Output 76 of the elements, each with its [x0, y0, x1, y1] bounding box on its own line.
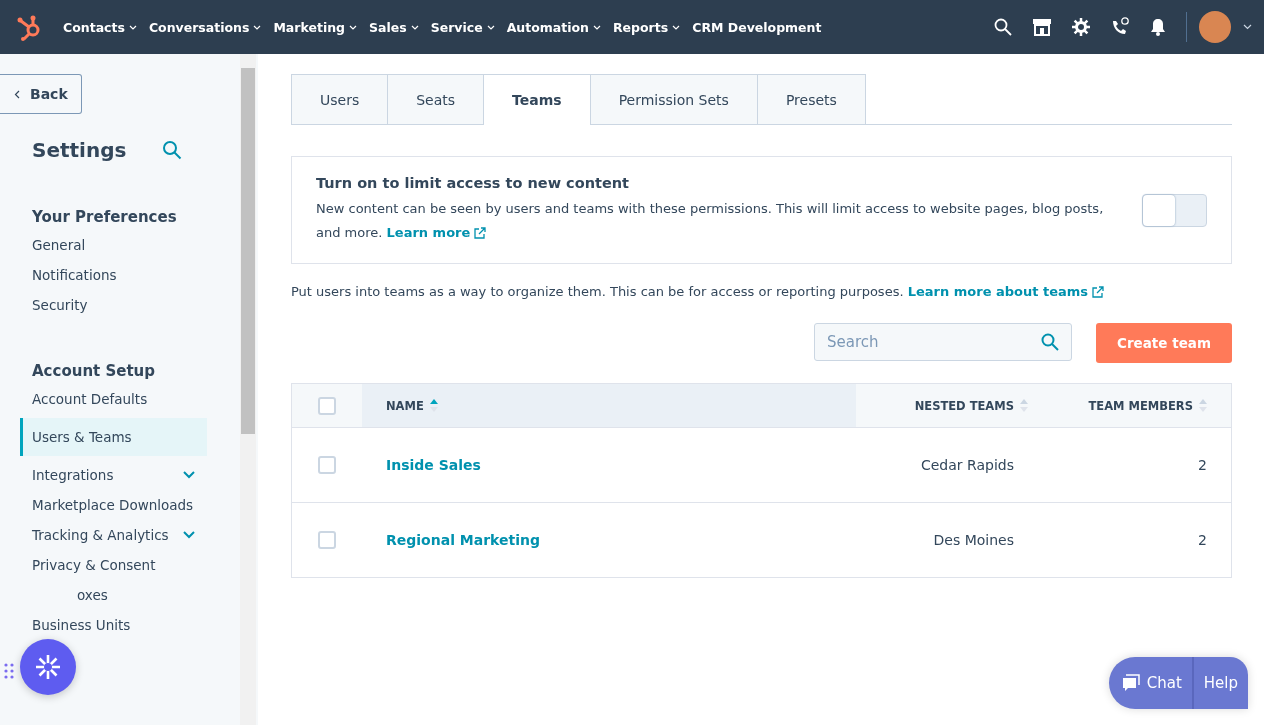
search-input[interactable]: Search	[825, 332, 1041, 352]
nav-menu[interactable]: Marketing	[273, 19, 358, 35]
chevron-down-icon	[349, 24, 358, 30]
sidebar-item[interactable]: Marketplace Downloads	[20, 494, 207, 516]
chevron-down-icon	[253, 24, 262, 30]
column-header[interactable]: TEAM MEMBERS	[1028, 384, 1231, 427]
search-field[interactable]: Search	[814, 323, 1072, 361]
column-header[interactable]: NAME	[362, 384, 856, 427]
tab[interactable]: Users	[291, 74, 389, 124]
tab[interactable]: Seats	[387, 74, 485, 124]
sidebar-item[interactable]: Account Defaults	[20, 388, 207, 410]
phone-icon[interactable]	[1110, 17, 1130, 37]
user-avatar[interactable]	[1199, 11, 1231, 43]
row-checkbox[interactable]	[318, 531, 336, 549]
table-cell: Cedar Rapids	[920, 457, 1014, 473]
nav-menu[interactable]: Reports	[613, 19, 681, 35]
team-name-link[interactable]: Regional Marketing	[386, 532, 540, 548]
tab[interactable]: Teams	[483, 74, 591, 125]
sidebar-item[interactable]: Integrations	[20, 464, 207, 486]
intro-text: Put users into teams as a way to organize them. This can be for access or reporting purposes. Learn more about teams	[291, 284, 1232, 299]
sidebar-item[interactable]: oxes	[77, 584, 207, 606]
assistant-button[interactable]	[20, 639, 76, 695]
table-cell: Des Moines	[933, 532, 1014, 548]
back-button[interactable]: Back	[0, 74, 82, 114]
external-link-icon	[474, 227, 487, 239]
nav-menu[interactable]: Conversations	[148, 19, 262, 35]
chevron-down-icon[interactable]	[1243, 24, 1252, 30]
settings-title: Settings	[32, 138, 127, 162]
storefront-icon[interactable]	[1032, 18, 1052, 36]
row-checkbox[interactable]	[318, 456, 336, 474]
nav-menu[interactable]: Sales	[369, 19, 419, 35]
sort-arrows-icon	[1199, 398, 1207, 413]
sidebar-item[interactable]: Privacy & Consent	[20, 554, 207, 576]
search-icon	[1041, 333, 1059, 351]
sort-arrows-icon	[1020, 398, 1028, 413]
card-description: New content can be seen by users and teams with these permissions. This will limit access to website pages, blog posts, and more. Learn more	[316, 197, 1112, 245]
sidebar-item[interactable]: Notifications	[20, 264, 207, 286]
nav-menu[interactable]: Service	[430, 19, 495, 35]
learn-more-about-teams-link[interactable]: Learn more about teams	[907, 284, 1105, 299]
section-heading: Account Setup	[32, 362, 156, 380]
section-heading: Your Preferences	[32, 208, 178, 226]
tab[interactable]: Permission Sets	[589, 74, 758, 124]
chat-button[interactable]: Chat	[1108, 657, 1194, 709]
nav-menu[interactable]: CRM Development	[692, 19, 822, 35]
select-all-checkbox[interactable]	[318, 396, 336, 415]
drag-handle-icon[interactable]	[4, 663, 14, 679]
external-link-icon	[1092, 285, 1105, 298]
scrollbar[interactable]	[240, 54, 256, 725]
chevron-down-icon	[486, 24, 495, 30]
settings-icon[interactable]	[1072, 18, 1090, 36]
tab[interactable]: Presets	[756, 74, 866, 124]
sidebar-item[interactable]: Business Units	[20, 614, 207, 636]
nav-menu[interactable]: Contacts	[63, 19, 137, 35]
table-cell: 2	[1198, 532, 1207, 548]
help-button[interactable]: Help	[1193, 657, 1248, 709]
column-header[interactable]: NESTED TEAMS	[856, 384, 1028, 427]
card-title: Turn on to limit access to new content	[316, 175, 630, 191]
chevron-left-icon	[14, 89, 20, 99]
search-icon[interactable]	[994, 18, 1012, 36]
toggle-switch[interactable]	[1142, 193, 1207, 227]
chevron-down-icon	[593, 24, 601, 30]
sidebar-item[interactable]: Security	[20, 294, 207, 316]
chevron-down-icon	[672, 24, 681, 30]
chevron-down-icon	[128, 24, 137, 30]
sidebar-item[interactable]: General	[20, 234, 207, 256]
table-cell: 2	[1198, 457, 1207, 473]
asterisk-burst-icon	[35, 654, 61, 680]
sidebar-item[interactable]: Users & Teams	[20, 418, 207, 456]
learn-more-link[interactable]: Learn more	[386, 221, 487, 245]
team-name-link[interactable]: Inside Sales	[386, 457, 481, 473]
nav-menu[interactable]: Automation	[506, 19, 601, 35]
chat-bubble-icon	[1120, 674, 1141, 692]
sidebar-item[interactable]: Tracking & Analytics	[20, 524, 207, 546]
chevron-down-icon	[410, 24, 419, 30]
sort-arrows-icon	[429, 398, 438, 413]
notifications-bell-icon[interactable]	[1150, 18, 1166, 36]
